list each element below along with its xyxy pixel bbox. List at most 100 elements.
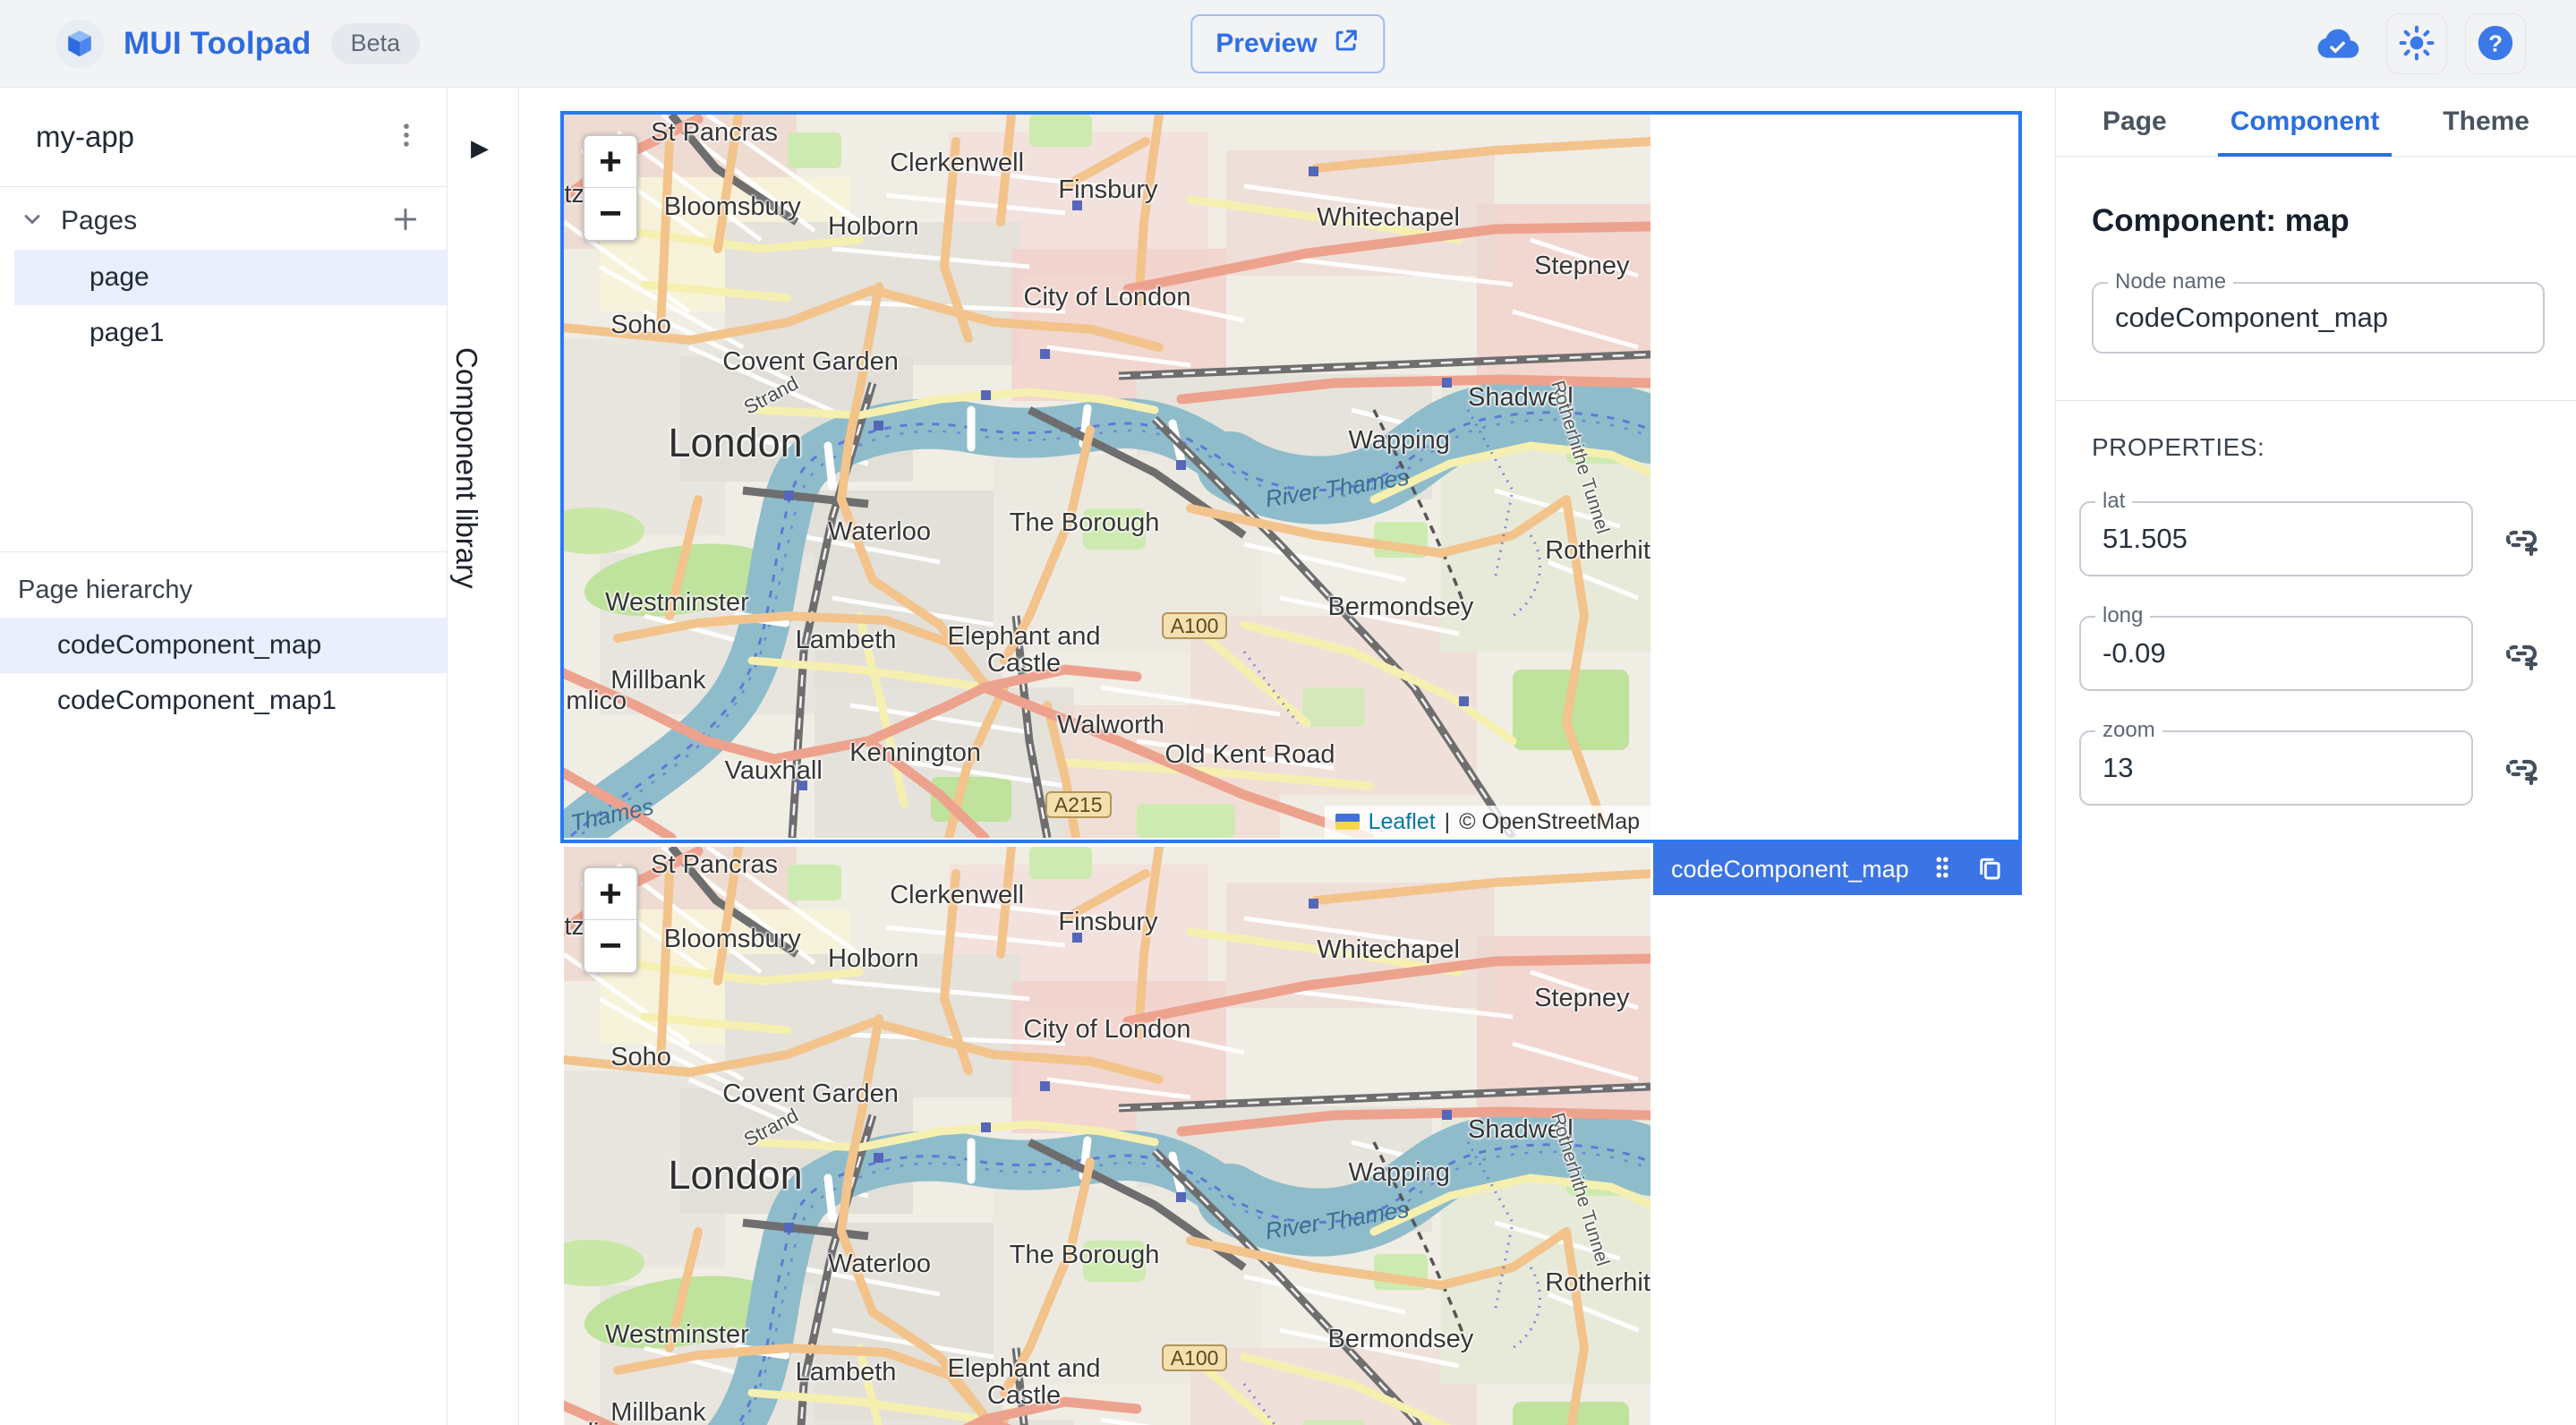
preview-button[interactable]: Preview bbox=[1190, 14, 1386, 73]
map-label: The Borough bbox=[1009, 1241, 1160, 1270]
property-field-zoom: zoom bbox=[2079, 718, 2473, 806]
map-label: City of London bbox=[1023, 1015, 1191, 1045]
property-label: long bbox=[2095, 603, 2151, 628]
map-label: Bermondsey bbox=[1327, 592, 1474, 621]
map-label: London bbox=[668, 419, 803, 465]
map-label: Vauxhall bbox=[724, 755, 823, 785]
map-label: St Pancras bbox=[651, 849, 778, 879]
pages-section-header[interactable]: Pages bbox=[0, 192, 447, 250]
page-item-page1[interactable]: page1 bbox=[0, 305, 447, 361]
osm-copyright: © OpenStreetMap bbox=[1459, 808, 1640, 834]
pages-list: page page1 bbox=[0, 250, 447, 361]
component-library-label: Component library bbox=[450, 347, 483, 589]
map-zoom-control: + − bbox=[583, 866, 638, 974]
page-hierarchy-list: codeComponent_map codeComponent_map1 bbox=[0, 618, 447, 729]
map-label: Waterloo bbox=[828, 1249, 931, 1278]
map-label: Holborn bbox=[828, 943, 919, 973]
map-label: Finsbury bbox=[1058, 908, 1158, 937]
map-label: Rotherhithe bbox=[1545, 535, 1651, 565]
property-label: lat bbox=[2095, 489, 2133, 514]
page-hierarchy-label: Page hierarchy bbox=[18, 576, 193, 604]
tab-theme[interactable]: Theme bbox=[2435, 88, 2537, 157]
property-input-lat[interactable] bbox=[2081, 503, 2471, 575]
help-icon: ? bbox=[2475, 22, 2516, 66]
map-label: Wapping bbox=[1348, 426, 1450, 456]
app-title: MUI Toolpad bbox=[124, 25, 311, 61]
tab-component[interactable]: Component bbox=[2217, 88, 2392, 157]
map-label: Stepney bbox=[1534, 983, 1630, 1012]
map-attribution: Leaflet | © OpenStreetMap bbox=[1324, 806, 1651, 838]
sync-status-cloud-icon bbox=[2307, 13, 2368, 74]
brand: MUI Toolpad Beta bbox=[55, 19, 421, 68]
map-component[interactable]: itz St Pancras Clerkenwell Finsbury Bloomsbu… bbox=[564, 115, 1651, 838]
map-label: Soho bbox=[610, 1042, 671, 1071]
theme-toggle-button[interactable] bbox=[2386, 13, 2447, 74]
add-binding-icon[interactable] bbox=[2498, 745, 2545, 791]
map-label: Kennington bbox=[849, 738, 982, 768]
zoom-out-button[interactable]: − bbox=[584, 188, 636, 240]
selected-node-name: codeComponent_map bbox=[1671, 855, 1909, 883]
map-label: itz bbox=[564, 180, 584, 209]
external-link-icon bbox=[1334, 27, 1361, 61]
inspector-panel: Page Component Theme Component: map Node n… bbox=[2055, 88, 2576, 1425]
zoom-in-button[interactable]: + bbox=[584, 868, 636, 920]
project-name: my-app bbox=[36, 120, 135, 153]
add-page-plus-icon[interactable] bbox=[391, 205, 420, 238]
properties-list: lat long zoom bbox=[2056, 489, 2576, 806]
map-label: Whitechapel bbox=[1317, 935, 1460, 965]
map-label: Old Kent Road bbox=[1164, 739, 1335, 769]
map-label: Wapping bbox=[1348, 1158, 1450, 1188]
properties-label: PROPERTIES: bbox=[2092, 433, 2265, 461]
map-label: Clerkenwell bbox=[890, 880, 1025, 909]
help-button[interactable]: ? bbox=[2465, 13, 2526, 74]
map-label: Bermondsey bbox=[1327, 1324, 1474, 1353]
map-label: Holborn bbox=[828, 211, 919, 241]
map-label: London bbox=[668, 1151, 803, 1198]
map-label: Westminster bbox=[605, 588, 749, 618]
delete-trash-icon[interactable] bbox=[2024, 854, 2051, 885]
component-heading: Component: map bbox=[2092, 203, 2350, 238]
map-label: mlico bbox=[566, 686, 627, 715]
leaflet-link[interactable]: Leaflet bbox=[1369, 809, 1436, 835]
node-name-field: Node name bbox=[2092, 269, 2545, 354]
property-input-long[interactable] bbox=[2081, 618, 2471, 689]
map-label: Finsbury bbox=[1058, 175, 1158, 205]
map-component-1[interactable]: itz St Pancras Clerkenwell Finsbury Bloomsbu… bbox=[564, 847, 1651, 1425]
page-item-page[interactable]: page bbox=[14, 250, 447, 305]
property-label: zoom bbox=[2095, 718, 2162, 743]
map-label: A100 bbox=[1161, 611, 1228, 640]
map-label: Bloomsbury bbox=[663, 192, 801, 222]
hierarchy-item-codeComponent_map1[interactable]: codeComponent_map1 bbox=[0, 673, 447, 729]
app-header: MUI Toolpad Beta Preview ? bbox=[0, 0, 2576, 88]
map-label: Waterloo bbox=[828, 516, 931, 546]
map-label: City of London bbox=[1023, 283, 1191, 312]
beta-badge: Beta bbox=[330, 22, 421, 64]
property-input-zoom[interactable] bbox=[2081, 732, 2471, 804]
property-row-long: long bbox=[2079, 603, 2576, 691]
map-label: Soho bbox=[610, 310, 671, 339]
pages-section-label: Pages bbox=[61, 206, 138, 235]
drag-handle-icon[interactable] bbox=[1929, 854, 1956, 885]
hierarchy-item-codeComponent_map[interactable]: codeComponent_map bbox=[0, 618, 447, 673]
map-label: A215 bbox=[1045, 791, 1112, 819]
map-label: Stepney bbox=[1534, 251, 1630, 280]
map-label: Bloomsbury bbox=[663, 925, 801, 954]
component-library-panel[interactable]: ▶ Component library bbox=[448, 88, 519, 1425]
project-menu-kebab-icon[interactable] bbox=[391, 120, 422, 155]
zoom-in-button[interactable]: + bbox=[584, 136, 636, 188]
editor-canvas[interactable]: itz St Pancras Clerkenwell Finsbury Bloomsbu… bbox=[520, 88, 2055, 1425]
add-binding-icon[interactable] bbox=[2498, 516, 2545, 562]
divider bbox=[2056, 400, 2576, 401]
tab-page[interactable]: Page bbox=[2095, 88, 2174, 157]
map-label: Walworth bbox=[1057, 711, 1164, 740]
add-binding-icon[interactable] bbox=[2498, 630, 2545, 677]
property-field-lat: lat bbox=[2079, 489, 2473, 576]
chevron-down-icon[interactable] bbox=[20, 207, 45, 236]
duplicate-icon[interactable] bbox=[1975, 853, 2004, 886]
map-zoom-control: + − bbox=[583, 134, 638, 242]
map-label: Whitechapel bbox=[1317, 203, 1460, 233]
map-label: Clerkenwell bbox=[890, 148, 1025, 177]
expand-arrow-icon[interactable]: ▶ bbox=[471, 134, 489, 162]
preview-button-label: Preview bbox=[1215, 29, 1318, 58]
zoom-out-button[interactable]: − bbox=[584, 920, 636, 972]
